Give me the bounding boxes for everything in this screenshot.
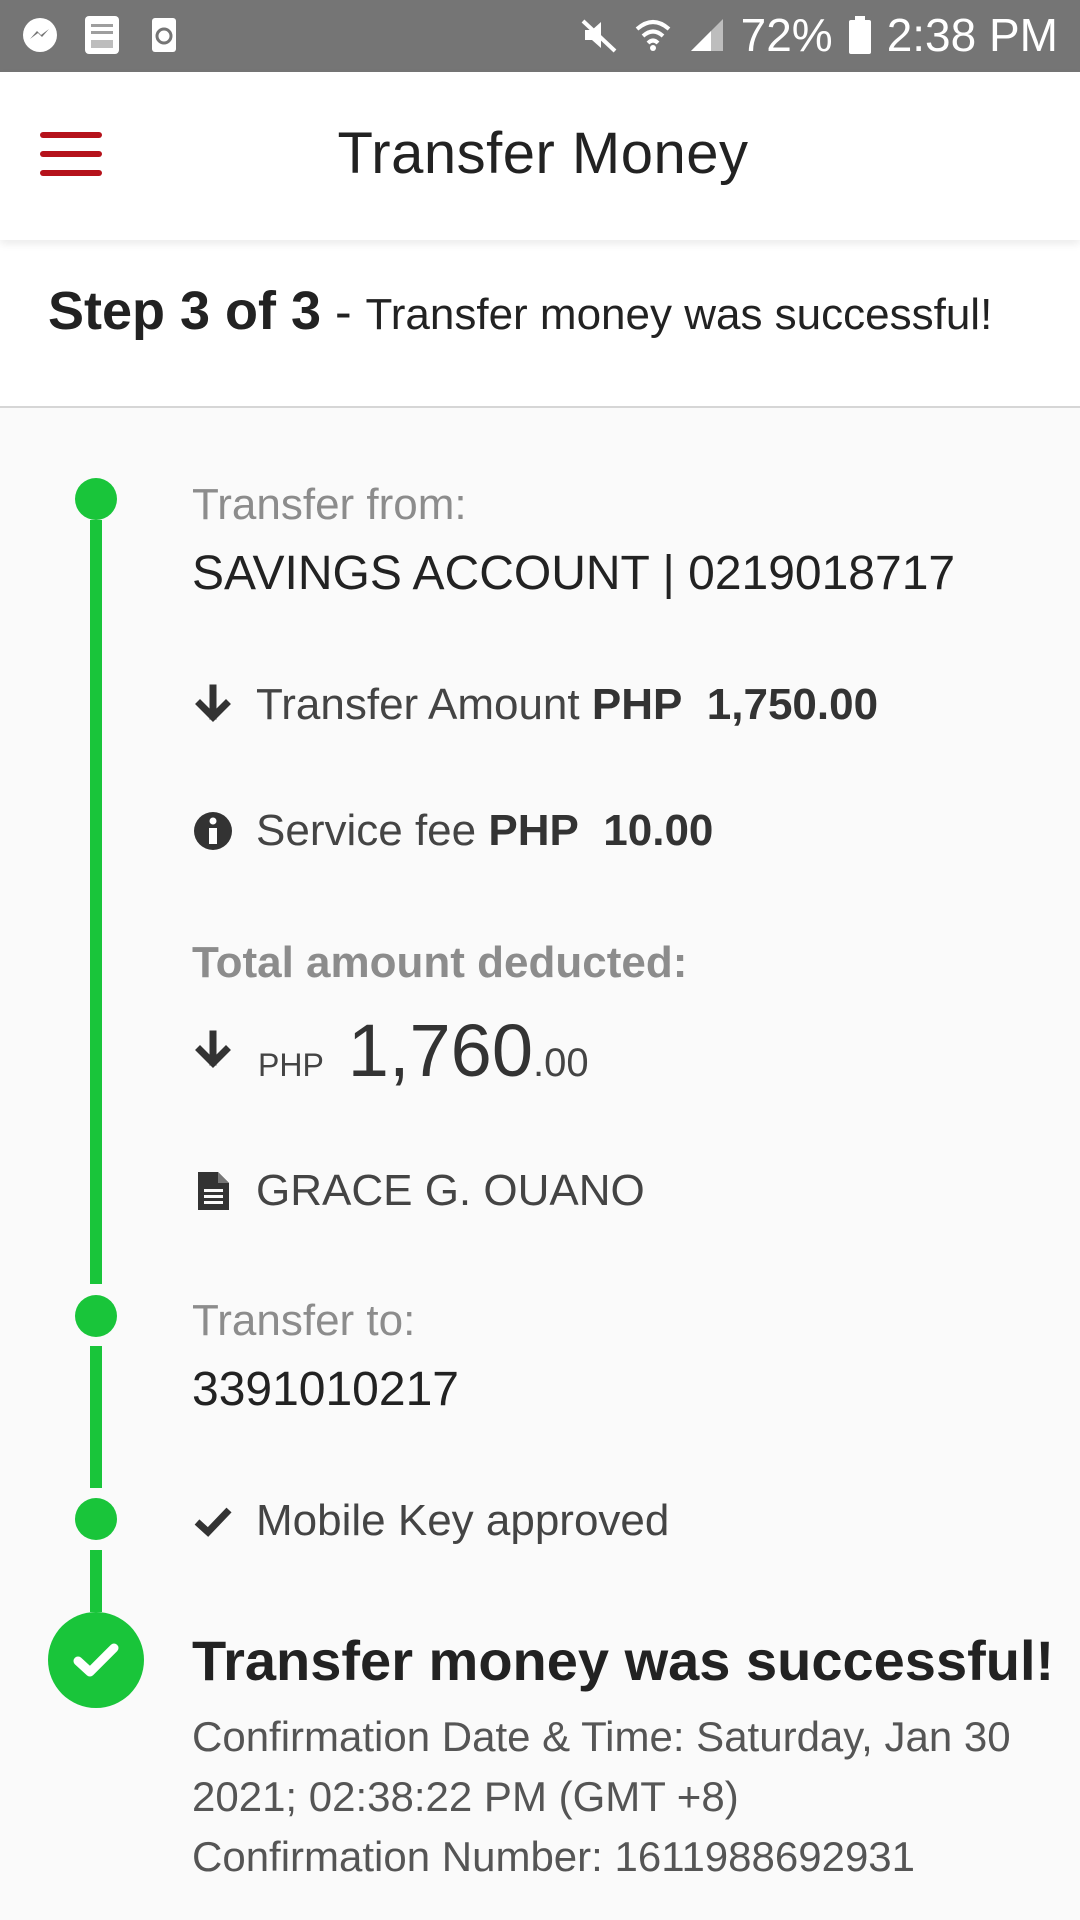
mobile-key-label: Mobile Key approved bbox=[256, 1496, 670, 1545]
clock: 2:38 PM bbox=[886, 9, 1058, 61]
recipient-row: GRACE G. OUANO bbox=[192, 1166, 645, 1216]
success-title: Transfer money was successful! bbox=[192, 1629, 1055, 1692]
transfer-from-account: SAVINGS ACCOUNT | 0219018717 bbox=[192, 547, 956, 600]
timeline-line bbox=[90, 1346, 102, 1488]
document-icon bbox=[198, 1172, 229, 1210]
recipient-name: GRACE G. OUANO bbox=[256, 1166, 645, 1215]
total-label: Total amount deducted: bbox=[192, 938, 688, 987]
step-separator: - bbox=[321, 284, 366, 340]
service-fee-row: Service fee PHP 10.00 bbox=[192, 806, 713, 856]
arrow-down-icon bbox=[195, 684, 231, 722]
timeline-dot bbox=[75, 1498, 117, 1540]
transfer-amount-label: Transfer Amount bbox=[256, 680, 580, 729]
arrow-down-icon bbox=[195, 1030, 231, 1068]
confirmation-number: Confirmation Number: 1611988692931 bbox=[192, 1833, 916, 1880]
mute-icon bbox=[581, 19, 616, 53]
notification-icons bbox=[20, 14, 184, 56]
total-whole: 1,760 bbox=[347, 1009, 533, 1092]
success-check-icon bbox=[48, 1612, 144, 1708]
service-fee-label: Service fee bbox=[256, 806, 477, 855]
page-title: Transfer Money bbox=[337, 121, 749, 186]
step-indicator: Step 3 of 3 - Transfer money was success… bbox=[48, 280, 992, 342]
total-cents: .00 bbox=[532, 1041, 589, 1085]
confirmation-datetime-cont: 2021; 02:38:22 PM (GMT +8) bbox=[192, 1773, 739, 1820]
app-bar: Transfer Money bbox=[0, 72, 1080, 240]
messenger-icon bbox=[23, 18, 57, 52]
battery-percent: 72% bbox=[740, 9, 833, 61]
info-icon bbox=[194, 812, 232, 850]
total-currency: PHP bbox=[258, 1047, 324, 1083]
transfer-amount-currency: PHP bbox=[591, 680, 683, 729]
timeline-line bbox=[90, 1550, 102, 1612]
status-bar: 72% 2:38 PM bbox=[0, 0, 1080, 72]
timeline-dot bbox=[75, 478, 117, 520]
mobile-key-row: Mobile Key approved bbox=[192, 1496, 669, 1546]
check-icon bbox=[194, 1507, 232, 1537]
total-amount: PHP 1,760.00 bbox=[192, 1008, 589, 1093]
timeline-line bbox=[90, 520, 102, 1284]
transfer-amount-row: Transfer Amount PHP 1,750.00 bbox=[192, 680, 878, 730]
battery-icon bbox=[848, 16, 871, 54]
system-status: 72% 2:38 PM bbox=[579, 8, 1058, 62]
transfer-amount-value: 1,750.00 bbox=[706, 680, 879, 729]
service-fee-value: 10.00 bbox=[603, 806, 714, 855]
transfer-to-account: 3391010217 bbox=[192, 1363, 459, 1416]
timeline-dot bbox=[75, 1295, 117, 1337]
step-header: Step 3 of 3 - Transfer money was success… bbox=[0, 240, 1080, 408]
step-count: Step 3 of 3 bbox=[48, 281, 322, 341]
signal-icon bbox=[690, 19, 723, 51]
service-fee-currency: PHP bbox=[488, 806, 579, 855]
transfer-summary bbox=[0, 408, 1080, 1920]
bible-app-icon bbox=[85, 16, 119, 54]
wifi-icon bbox=[635, 20, 670, 51]
recycle-app-icon bbox=[152, 18, 176, 52]
step-description: Transfer money was successful! bbox=[365, 290, 993, 339]
confirmation-datetime: Confirmation Date & Time: Saturday, Jan … bbox=[192, 1713, 1011, 1760]
transfer-to-label: Transfer to: bbox=[192, 1296, 416, 1345]
transfer-from-label: Transfer from: bbox=[192, 480, 467, 529]
